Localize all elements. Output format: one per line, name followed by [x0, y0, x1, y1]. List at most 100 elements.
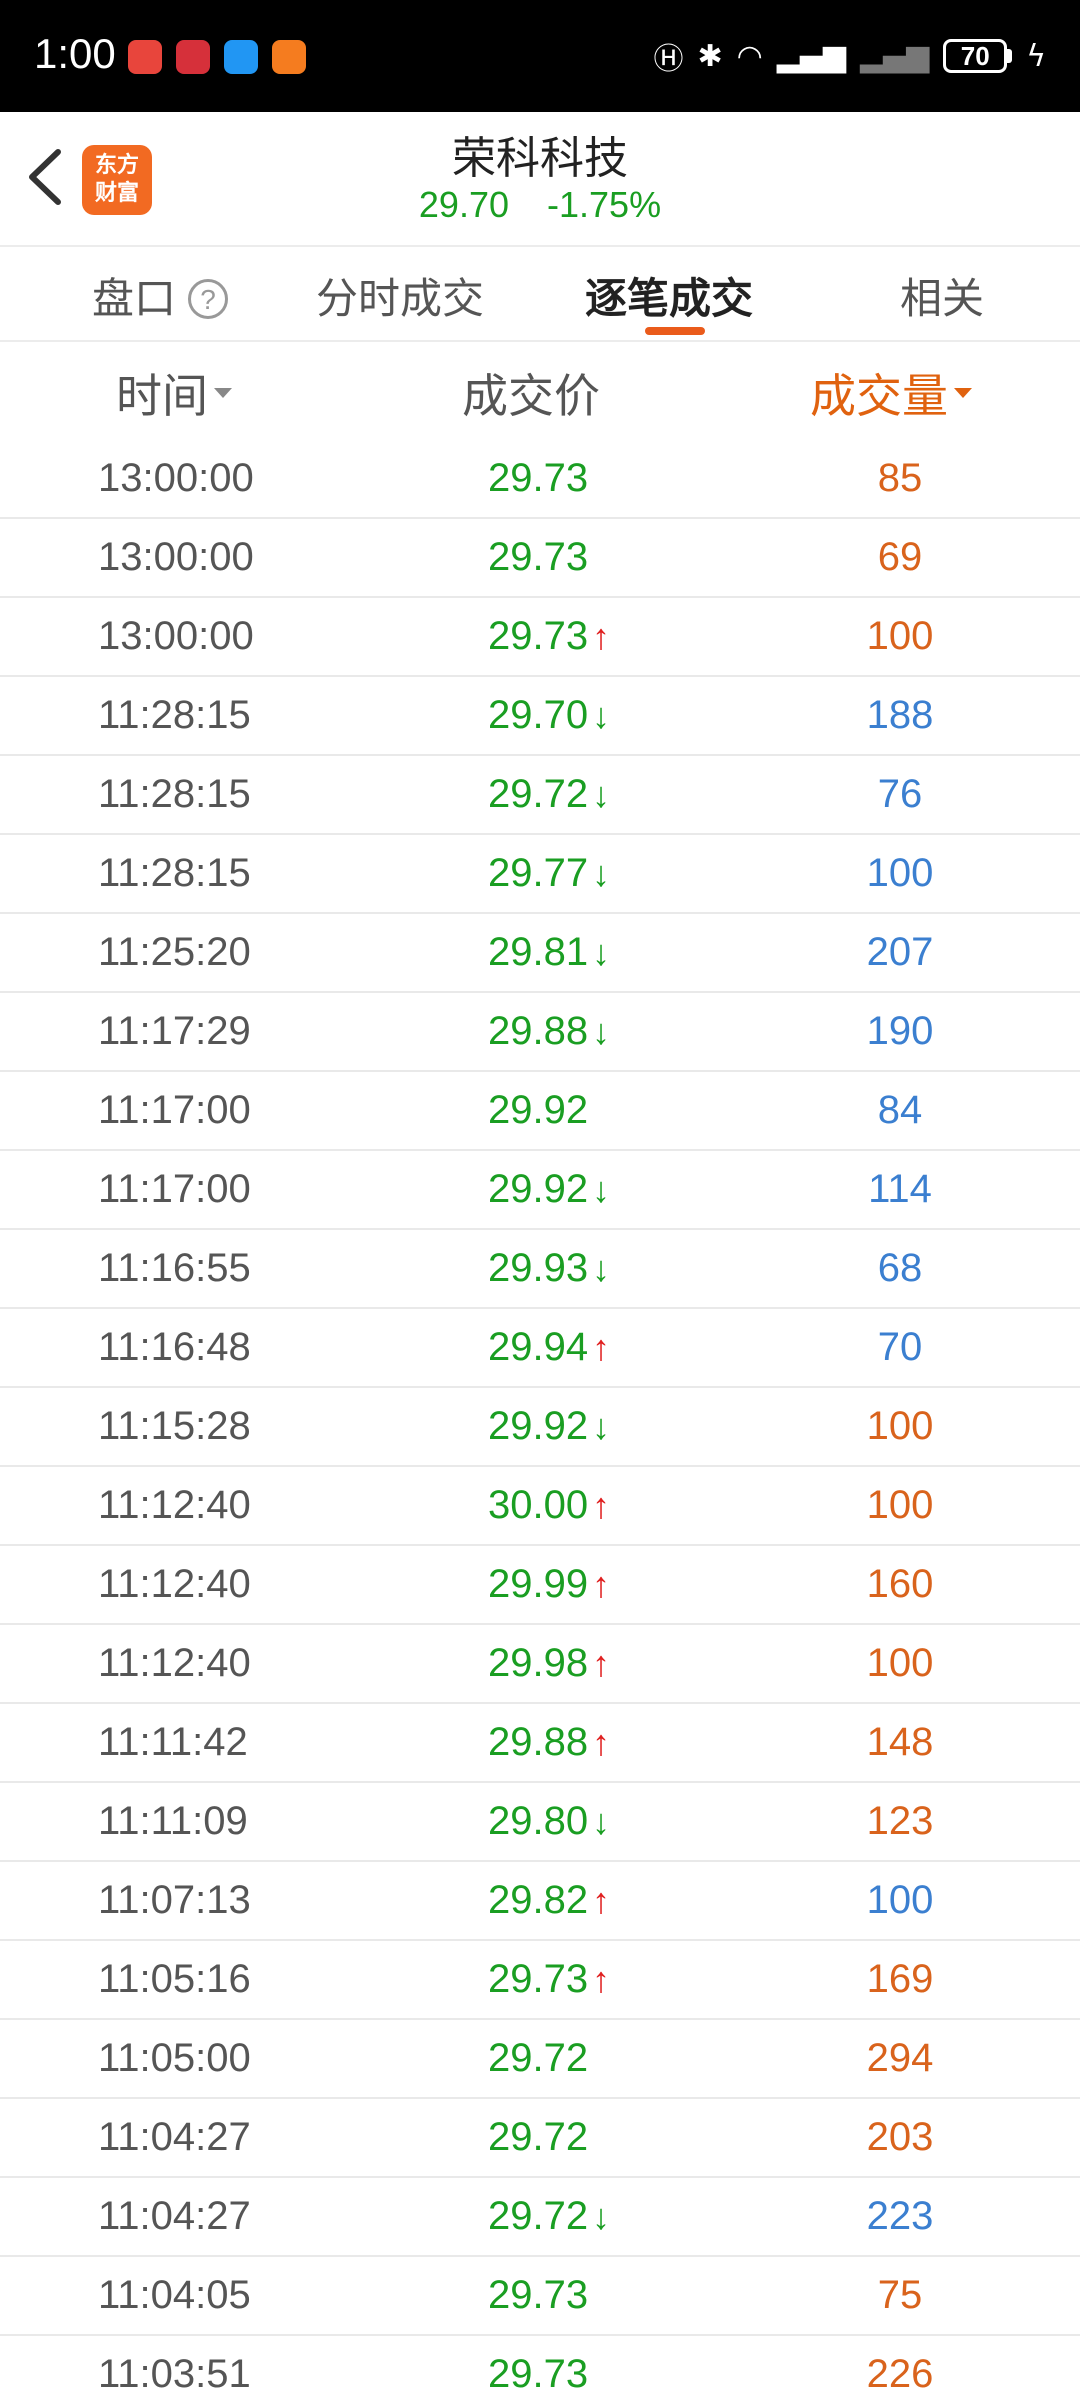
trade-price: 29.81 ↓	[488, 930, 611, 974]
trade-row: 11:17:00 29.92 84	[0, 1072, 1080, 1151]
arrow-down-icon: ↓	[592, 774, 611, 815]
trade-row: 11:05:00 29.72 294	[0, 2020, 1080, 2099]
trade-volume: 100	[866, 1404, 934, 1448]
trade-price: 29.93 ↓	[488, 1246, 611, 1290]
trade-price: 29.70 ↓	[488, 693, 611, 737]
trade-time: 11:11:09	[98, 1799, 248, 1843]
trade-row: 11:11:09 29.80 ↓ 123	[0, 1783, 1080, 1862]
wifi-icon: ◠	[736, 38, 763, 74]
trade-volume: 207	[866, 930, 934, 974]
trade-time: 13:00:00	[98, 614, 254, 658]
trade-row: 11:03:51 29.73 226	[0, 2336, 1080, 2400]
trade-price: 29.88 ↑	[488, 1720, 611, 1764]
trade-row: 11:12:40 30.00 ↑ 100	[0, 1467, 1080, 1546]
column-headers: 时间 成交价 成交量	[0, 342, 1080, 440]
trade-price: 29.98 ↑	[488, 1641, 611, 1685]
column-volume-header[interactable]: 成交量	[810, 360, 972, 426]
tab-minute-trades[interactable]: 分时成交	[316, 265, 484, 326]
column-price-header: 成交价	[462, 369, 600, 423]
charging-icon: ϟ	[1026, 38, 1046, 74]
trade-time: 11:12:40	[98, 1641, 251, 1685]
trade-price: 29.73 ↑	[488, 1957, 611, 2001]
app-notification-icon	[128, 40, 162, 74]
arrow-down-icon: ↓	[592, 932, 611, 973]
tab-active-indicator	[645, 327, 705, 335]
trade-price: 29.73	[488, 2352, 589, 2396]
trade-volume: 84	[877, 1088, 923, 1132]
trade-row: 11:28:15 29.77 ↓ 100	[0, 835, 1080, 914]
column-time-header[interactable]: 时间	[116, 360, 232, 426]
trade-volume: 169	[866, 1957, 934, 2001]
trade-row: 11:04:27 29.72 203	[0, 2099, 1080, 2178]
trade-time: 11:17:00	[98, 1167, 251, 1211]
trade-price: 29.73	[488, 535, 589, 579]
trade-time: 11:28:15	[98, 693, 251, 737]
help-icon[interactable]: ?	[188, 279, 229, 319]
signal-icon: ▂▄▆	[776, 38, 846, 74]
arrow-down-icon: ↓	[592, 1406, 611, 1447]
app-notification-icon	[224, 40, 258, 74]
trade-price: 30.00 ↑	[488, 1483, 611, 1527]
trade-price: 29.73	[488, 2273, 589, 2317]
trade-price: 29.92	[488, 1088, 589, 1132]
trade-volume: 76	[877, 772, 923, 816]
trade-volume: 100	[866, 851, 934, 895]
system-indicators: Ⓗ ✱ ◠ ▂▄▆ ▂▄▆ 70 ϟ	[653, 34, 1046, 78]
trade-volume: 100	[866, 1641, 934, 1685]
stock-quote: 29.70 -1.75%	[0, 184, 1080, 226]
trade-time: 11:17:29	[98, 1009, 251, 1053]
trade-time: 13:00:00	[98, 535, 254, 579]
app-notification-icon	[272, 40, 306, 74]
trade-row: 11:28:15 29.72 ↓ 76	[0, 756, 1080, 835]
trade-time: 11:05:00	[98, 2036, 251, 2080]
arrow-up-icon: ↑	[592, 1327, 611, 1368]
trade-time: 11:04:27	[98, 2194, 251, 2238]
trade-row: 11:07:13 29.82 ↑ 100	[0, 1862, 1080, 1941]
trade-price: 29.92 ↓	[488, 1167, 611, 1211]
trade-row: 11:04:27 29.72 ↓ 223	[0, 2178, 1080, 2257]
trade-time: 11:28:15	[98, 851, 251, 895]
stock-change: -1.75%	[547, 184, 662, 225]
trade-row: 13:00:00 29.73 69	[0, 519, 1080, 598]
trade-volume: 160	[866, 1562, 934, 1606]
trade-row: 11:25:20 29.81 ↓ 207	[0, 914, 1080, 993]
tab-bar: 盘口? 分时成交 逐笔成交 相关	[0, 247, 1080, 342]
tab-order-book[interactable]: 盘口?	[92, 265, 229, 326]
trade-time: 11:04:05	[98, 2273, 251, 2317]
trade-volume: 69	[877, 535, 923, 579]
trade-volume: 190	[866, 1009, 934, 1053]
trade-volume: 70	[877, 1325, 923, 1369]
trade-time: 11:12:40	[98, 1483, 251, 1527]
trade-volume: 100	[866, 1483, 934, 1527]
trade-time: 11:15:28	[98, 1404, 251, 1448]
trade-row: 11:17:00 29.92 ↓ 114	[0, 1151, 1080, 1230]
arrow-up-icon: ↑	[592, 1564, 611, 1605]
tab-tick-trades[interactable]: 逐笔成交	[585, 265, 753, 326]
trade-row: 13:00:00 29.73 ↑ 100	[0, 598, 1080, 677]
tab-related[interactable]: 相关	[900, 265, 984, 326]
trade-row: 11:16:48 29.94 ↑ 70	[0, 1309, 1080, 1388]
trade-volume: 100	[866, 614, 934, 658]
trade-price: 29.72 ↓	[488, 2194, 611, 2238]
arrow-down-icon: ↓	[592, 2196, 611, 2237]
trade-list[interactable]: 13:00:00 29.73 85 13:00:00 29.73 69 13:00:00 29…	[0, 440, 1080, 2400]
trade-volume: 188	[866, 693, 934, 737]
arrow-up-icon: ↑	[592, 1722, 611, 1763]
arrow-down-icon: ↓	[592, 853, 611, 894]
trade-volume: 68	[877, 1246, 923, 1290]
trade-volume: 123	[866, 1799, 934, 1843]
trade-time: 11:12:40	[98, 1562, 251, 1606]
trade-price: 29.72	[488, 2115, 589, 2159]
trade-time: 11:03:51	[98, 2352, 251, 2396]
trade-row: 13:00:00 29.73 85	[0, 440, 1080, 519]
hd-icon: Ⓗ	[653, 42, 684, 77]
status-bar: 1:00 Ⓗ ✱ ◠ ▂▄▆ ▂▄▆ 70 ϟ	[0, 0, 1080, 112]
sort-caret-icon	[214, 388, 232, 398]
arrow-up-icon: ↑	[592, 1485, 611, 1526]
trade-time: 11:25:20	[98, 930, 251, 974]
arrow-down-icon: ↓	[592, 695, 611, 736]
trade-price: 29.82 ↑	[488, 1878, 611, 1922]
trade-time: 11:16:48	[98, 1325, 251, 1369]
trade-time: 13:00:00	[98, 456, 254, 500]
trade-time: 11:11:42	[98, 1720, 248, 1764]
